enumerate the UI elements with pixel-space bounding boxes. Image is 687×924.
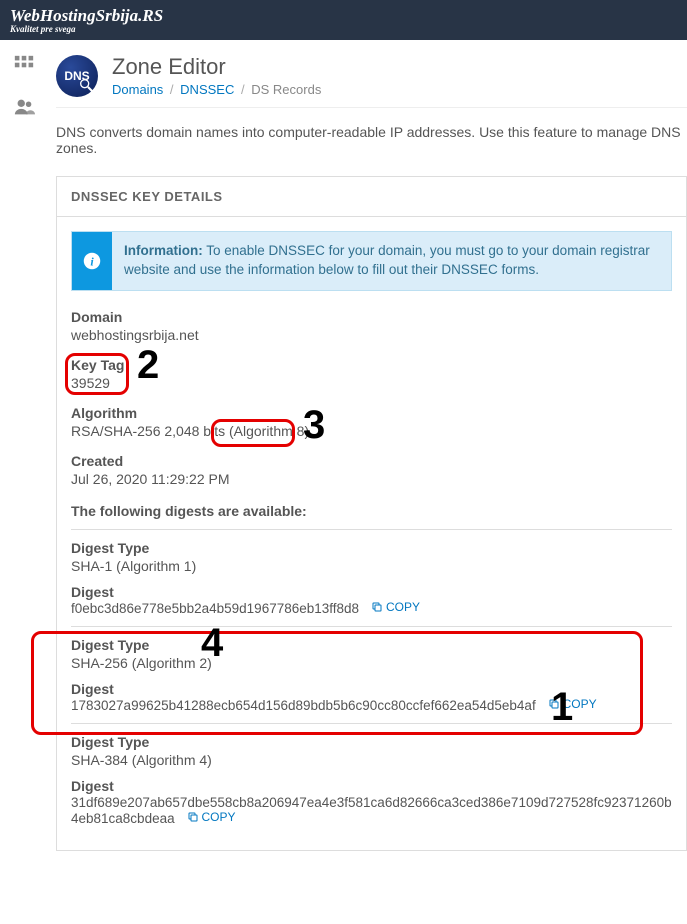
- digest-block-2: Digest Type SHA-256 (Algorithm 2) Digest…: [71, 626, 672, 713]
- brand-name: WebHostingSrbija.RS: [10, 6, 163, 25]
- digest-label: Digest: [71, 778, 672, 794]
- algorithm-label: Algorithm: [71, 405, 672, 421]
- keytag-value: 39529: [71, 375, 672, 391]
- digest-type-value: SHA-384 (Algorithm 4): [71, 752, 672, 768]
- digest-value: f0ebc3d86e778e5bb2a4b59d1967786eb13ff8d8: [71, 601, 359, 616]
- info-icon: i: [72, 232, 112, 290]
- keytag-label: Key Tag: [71, 357, 672, 373]
- copy-button[interactable]: COPY: [371, 600, 420, 614]
- copy-icon: [187, 811, 199, 823]
- copy-button[interactable]: COPY: [187, 810, 236, 824]
- zone-editor-app-icon: DNS: [56, 55, 98, 97]
- grid-apps-icon[interactable]: [13, 54, 35, 76]
- digest-type-label: Digest Type: [71, 637, 672, 653]
- created-label: Created: [71, 453, 672, 469]
- page-title: Zone Editor: [112, 54, 321, 80]
- digest-block-1: Digest Type SHA-1 (Algorithm 1) Digest f…: [71, 529, 672, 616]
- brand-logo: WebHostingSrbija.RS Kvalitet pre svega: [10, 7, 163, 34]
- page-header: DNS Zone Editor Domains / DNSSEC / DS Re…: [56, 48, 687, 108]
- breadcrumb: Domains / DNSSEC / DS Records: [112, 82, 321, 97]
- digest-type-label: Digest Type: [71, 734, 672, 750]
- breadcrumb-current: DS Records: [251, 82, 321, 97]
- breadcrumb-dnssec[interactable]: DNSSEC: [180, 82, 234, 97]
- digest-value: 31df689e207ab657dbe558cb8a206947ea4e3f58…: [71, 795, 672, 826]
- created-value: Jul 26, 2020 11:29:22 PM: [71, 471, 672, 487]
- users-icon[interactable]: [13, 96, 35, 118]
- info-callout-strong: Information:: [124, 243, 203, 258]
- algorithm-value: RSA/SHA-256 2,048 bits (Algorithm 8): [71, 423, 672, 439]
- domain-value: webhostingsrbija.net: [71, 327, 672, 343]
- dnssec-panel: DNSSEC KEY DETAILS i Information: To ena…: [56, 176, 687, 851]
- copy-icon: [548, 698, 560, 710]
- digests-subtitle: The following digests are available:: [71, 503, 672, 519]
- breadcrumb-domains[interactable]: Domains: [112, 82, 163, 97]
- sidebar: [0, 40, 48, 861]
- info-callout: i Information: To enable DNSSEC for your…: [71, 231, 672, 291]
- digest-type-value: SHA-1 (Algorithm 1): [71, 558, 672, 574]
- intro-text: DNS converts domain names into computer-…: [56, 124, 687, 156]
- panel-title: DNSSEC KEY DETAILS: [57, 177, 686, 217]
- top-bar: WebHostingSrbija.RS Kvalitet pre svega: [0, 0, 687, 40]
- info-callout-text: Information: To enable DNSSEC for your d…: [112, 232, 671, 290]
- copy-button[interactable]: COPY: [548, 697, 597, 711]
- digest-type-label: Digest Type: [71, 540, 672, 556]
- digest-type-value: SHA-256 (Algorithm 2): [71, 655, 672, 671]
- domain-label: Domain: [71, 309, 672, 325]
- digest-value: 1783027a99625b41288ecb654d156d89bdb5b6c9…: [71, 698, 536, 713]
- digest-label: Digest: [71, 681, 672, 697]
- digest-block-3: Digest Type SHA-384 (Algorithm 4) Digest…: [71, 723, 672, 826]
- brand-tagline: Kvalitet pre svega: [10, 25, 163, 34]
- copy-icon: [371, 601, 383, 613]
- magnifier-icon: [78, 77, 94, 93]
- digest-label: Digest: [71, 584, 672, 600]
